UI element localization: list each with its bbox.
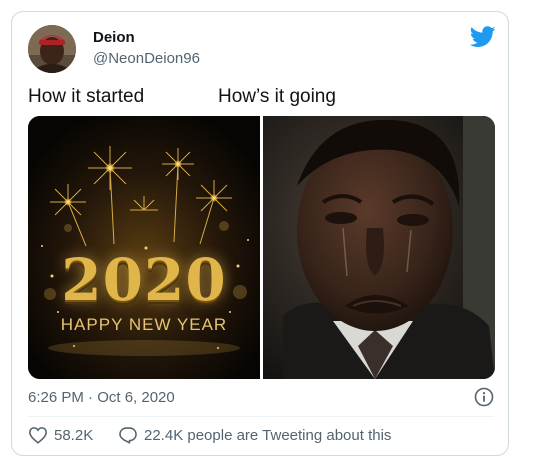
tweet-card: Deion @NeonDeion96 How it started How’s … [11, 11, 509, 456]
tweet-timestamp[interactable]: 6:26 PM · Oct 6, 2020 [28, 389, 175, 406]
year-2020-text: 2020 [61, 246, 227, 314]
heart-icon [29, 427, 47, 444]
divider [28, 416, 494, 417]
avatar[interactable] [28, 25, 76, 73]
author-display-name[interactable]: Deion [93, 29, 135, 46]
like-button[interactable]: 58.2K [28, 426, 93, 444]
conversation-text: 22.4K people are Tweeting about this [144, 426, 392, 444]
new-year-image[interactable]: 2020 HAPPY NEW YEAR [28, 116, 260, 379]
author-handle[interactable]: @NeonDeion96 [93, 50, 200, 67]
caption-left: How it started [28, 86, 145, 107]
tweet-media[interactable]: 2020 HAPPY NEW YEAR [28, 116, 495, 379]
twitter-bird-icon[interactable] [470, 26, 496, 48]
happy-new-year-text: HAPPY NEW YEAR [60, 315, 228, 334]
like-count: 58.2K [54, 426, 94, 444]
info-icon[interactable] [474, 387, 494, 407]
conversation-link[interactable]: 22.4K people are Tweeting about this [118, 426, 391, 444]
crying-man-image[interactable] [263, 116, 495, 379]
caption-right: How’s it going [218, 86, 336, 107]
speech-bubble-icon [119, 427, 137, 444]
